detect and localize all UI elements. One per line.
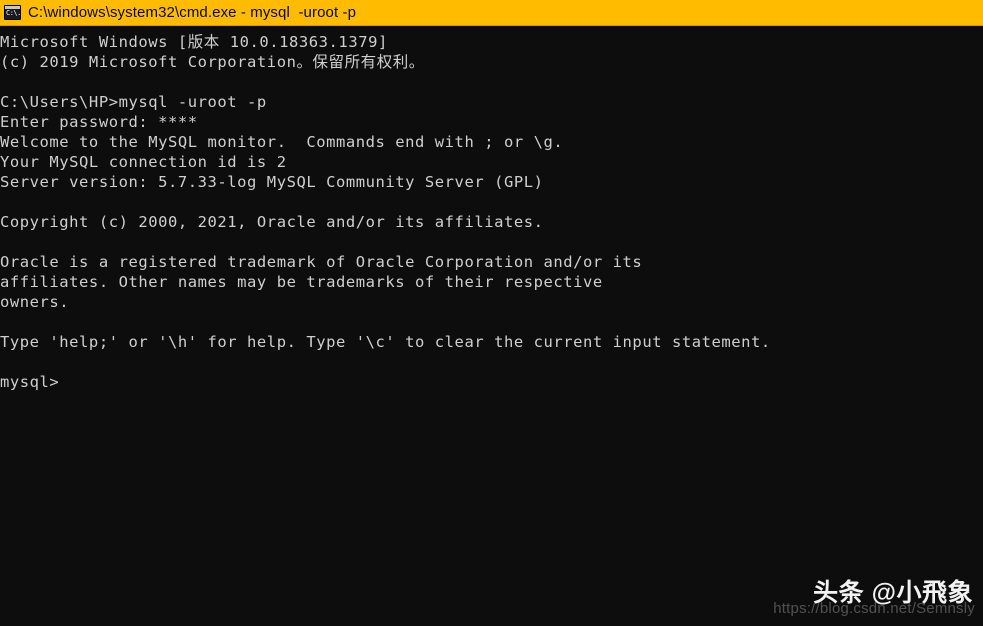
console-line: Server version: 5.7.33-log MySQL Communi… [0, 173, 544, 191]
console-line: Copyright (c) 2000, 2021, Oracle and/or … [0, 213, 544, 231]
console-line-password-prompt: Enter password: **** [0, 113, 198, 131]
cmd-console-icon: C:\. [4, 5, 21, 20]
console-line: (c) 2019 Microsoft Corporation。保留所有权利。 [0, 53, 425, 71]
mysql-prompt-text: mysql> [0, 373, 60, 391]
console-line-command-prompt: C:\Users\HP>mysql -uroot -p [0, 93, 267, 111]
watermark-brand: 头条 @小飛象 [813, 579, 973, 607]
console-line: owners. [0, 293, 70, 311]
text-cursor [59, 375, 68, 391]
console-line: Welcome to the MySQL monitor. Commands e… [0, 133, 564, 151]
console-line: Your MySQL connection id is 2 [0, 153, 287, 171]
console-line: Microsoft Windows [版本 10.0.18363.1379] [0, 33, 388, 51]
console-line: Oracle is a registered trademark of Orac… [0, 253, 643, 271]
console-line: affiliates. Other names may be trademark… [0, 273, 603, 291]
cmd-window: C:\. C:\windows\system32\cmd.exe - mysql… [0, 0, 983, 626]
window-title: C:\windows\system32\cmd.exe - mysql -uro… [28, 4, 357, 21]
console-output-area[interactable]: Microsoft Windows [版本 10.0.18363.1379] (… [0, 26, 983, 626]
cmd-icon-prompt-text: C:\. [6, 9, 21, 17]
title-bar[interactable]: C:\. C:\windows\system32\cmd.exe - mysql… [0, 0, 983, 26]
mysql-prompt-line[interactable]: mysql> [0, 372, 983, 392]
console-line: Type 'help;' or '\h' for help. Type '\c'… [0, 333, 771, 351]
